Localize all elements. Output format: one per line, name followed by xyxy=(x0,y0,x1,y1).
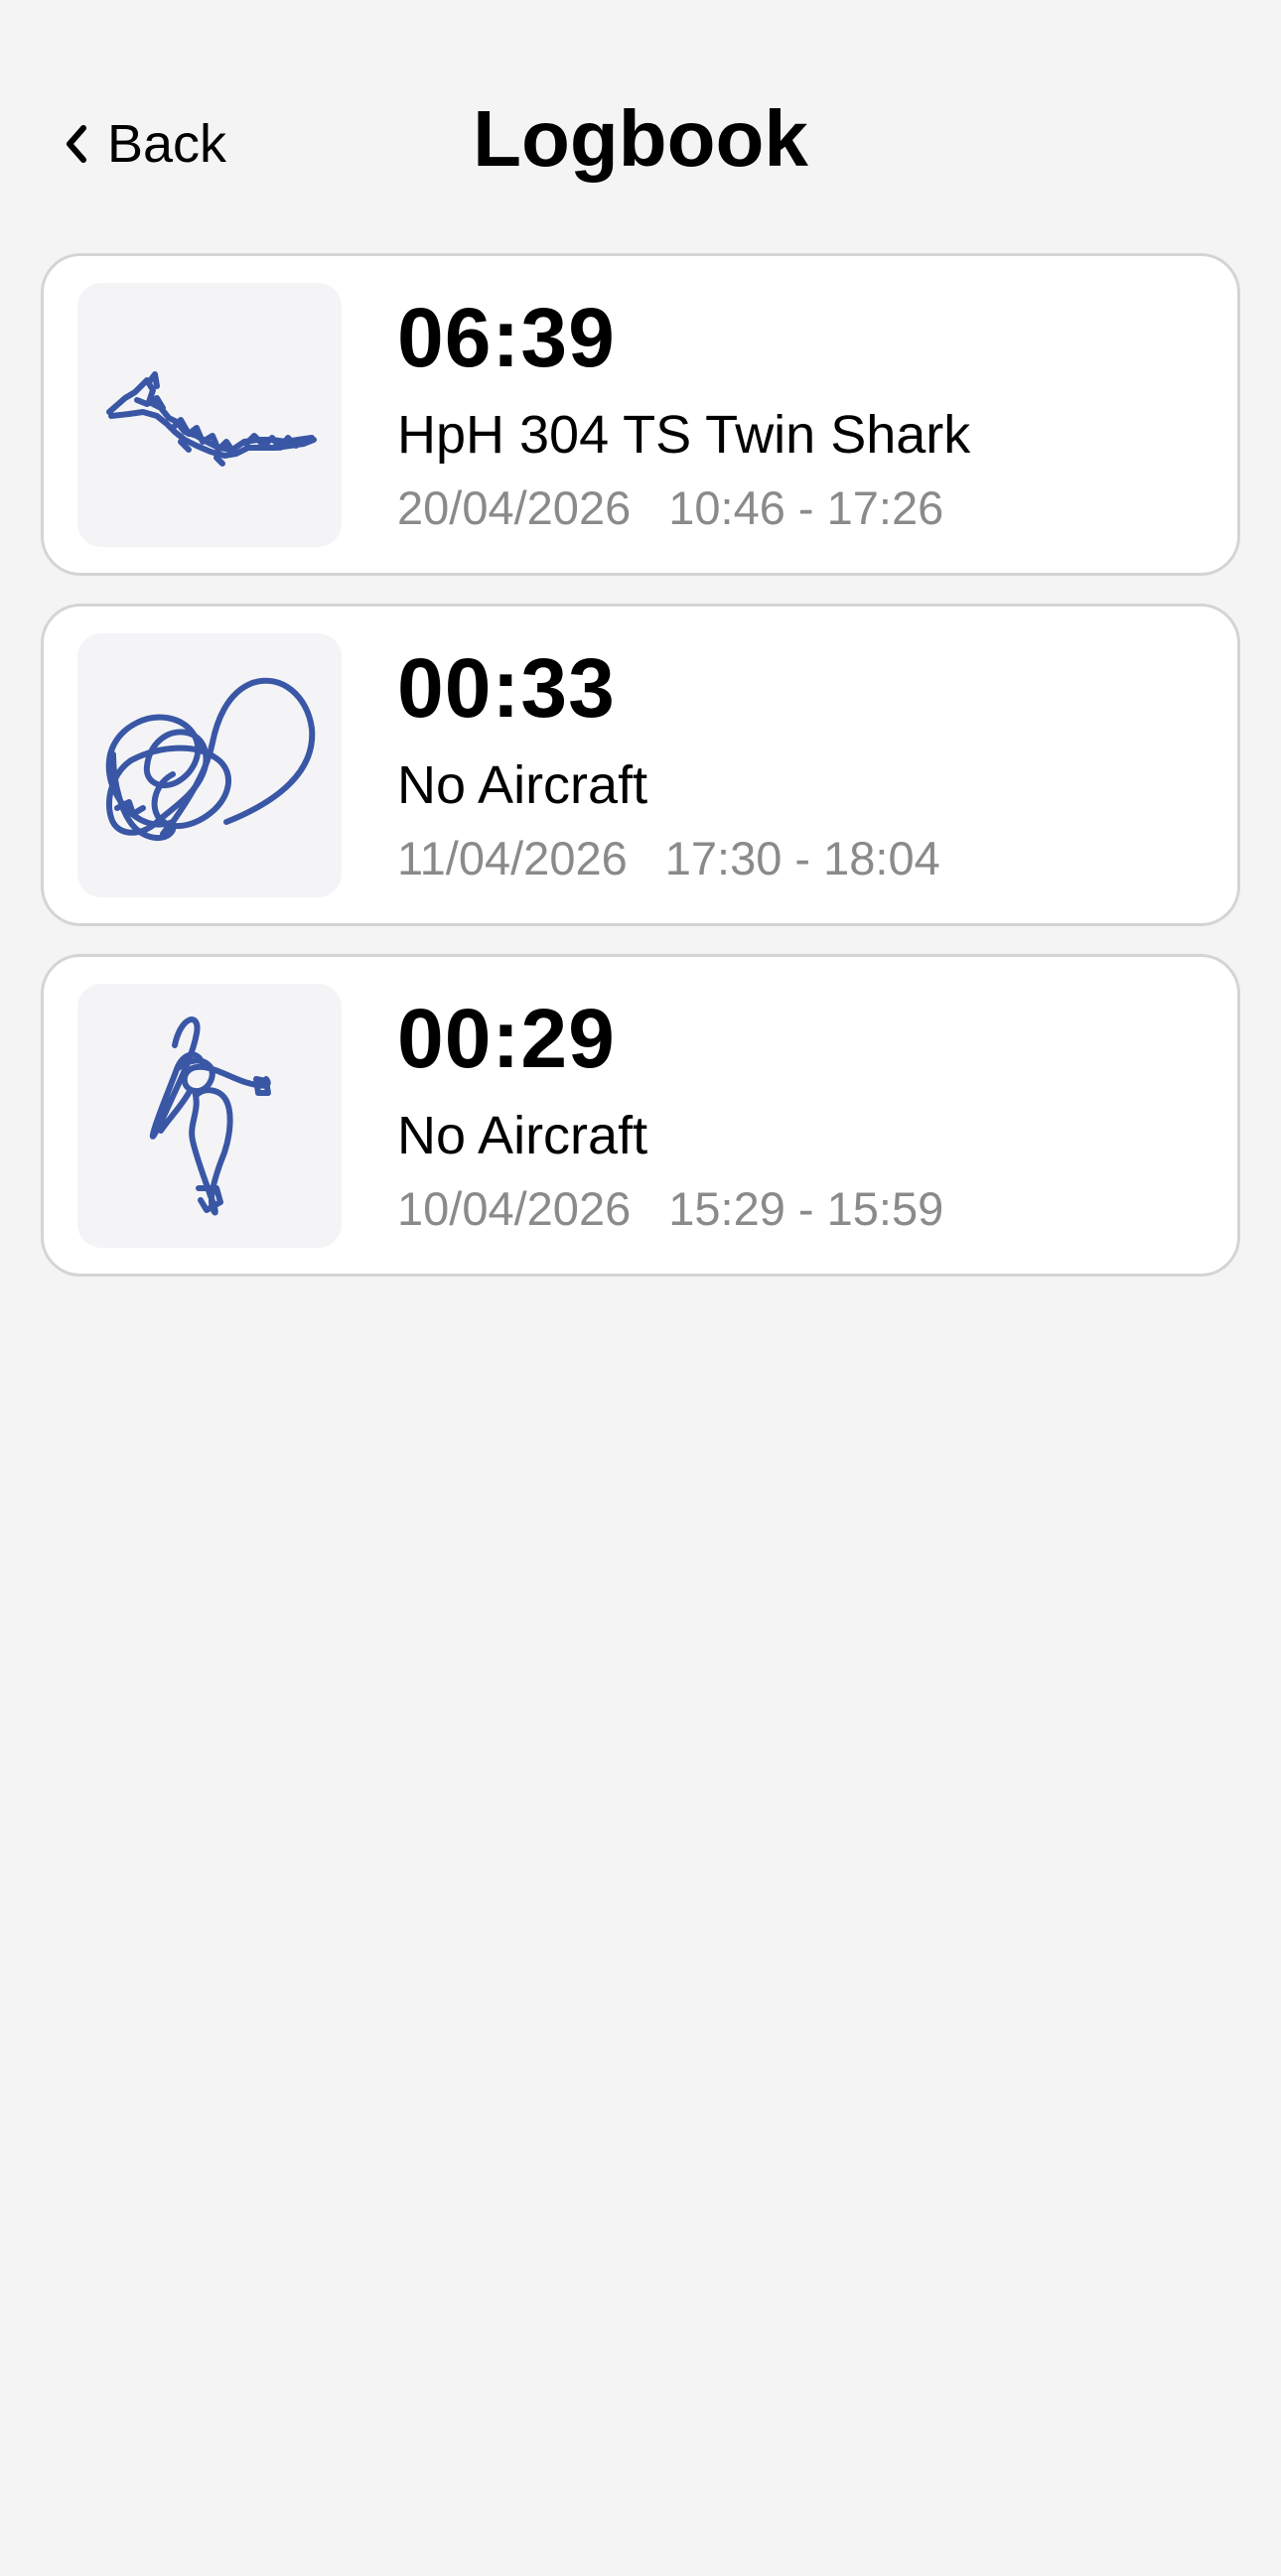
flight-card[interactable]: 00:33 No Aircraft 11/04/2026 17:30 - 18:0… xyxy=(41,604,1240,926)
flight-list: 06:39 HpH 304 TS Twin Shark 20/04/2026 10… xyxy=(41,253,1240,1304)
aircraft-name: HpH 304 TS Twin Shark xyxy=(397,405,971,465)
flight-meta: 11/04/2026 17:30 - 18:04 xyxy=(397,831,940,886)
flight-track-thumbnail xyxy=(77,984,342,1248)
flight-track-icon xyxy=(149,1017,271,1216)
flight-date: 10/04/2026 xyxy=(397,1182,632,1235)
flight-meta: 10/04/2026 15:29 - 15:59 xyxy=(397,1181,943,1237)
flight-card[interactable]: 00:29 No Aircraft 10/04/2026 15:29 - 15:5… xyxy=(41,954,1240,1277)
flight-duration: 00:33 xyxy=(397,641,616,735)
flight-time-range: 15:29 - 15:59 xyxy=(668,1182,944,1235)
flight-track-thumbnail xyxy=(77,283,342,547)
header: Back Logbook xyxy=(0,0,1281,238)
aircraft-name: No Aircraft xyxy=(397,1106,648,1165)
page-title: Logbook xyxy=(473,94,808,183)
flight-date: 11/04/2026 xyxy=(397,832,628,884)
flight-duration: 00:29 xyxy=(397,992,616,1085)
flight-date: 20/04/2026 xyxy=(397,481,632,534)
aircraft-name: No Aircraft xyxy=(397,755,648,815)
flight-meta: 20/04/2026 10:46 - 17:26 xyxy=(397,480,943,536)
flight-track-thumbnail xyxy=(77,633,342,897)
flight-time-range: 10:46 - 17:26 xyxy=(668,481,944,534)
flight-card[interactable]: 06:39 HpH 304 TS Twin Shark 20/04/2026 10… xyxy=(41,253,1240,576)
flight-track-icon xyxy=(105,677,316,841)
flight-time-range: 17:30 - 18:04 xyxy=(664,832,940,884)
flight-track-icon xyxy=(106,371,317,467)
flight-duration: 06:39 xyxy=(397,291,616,384)
